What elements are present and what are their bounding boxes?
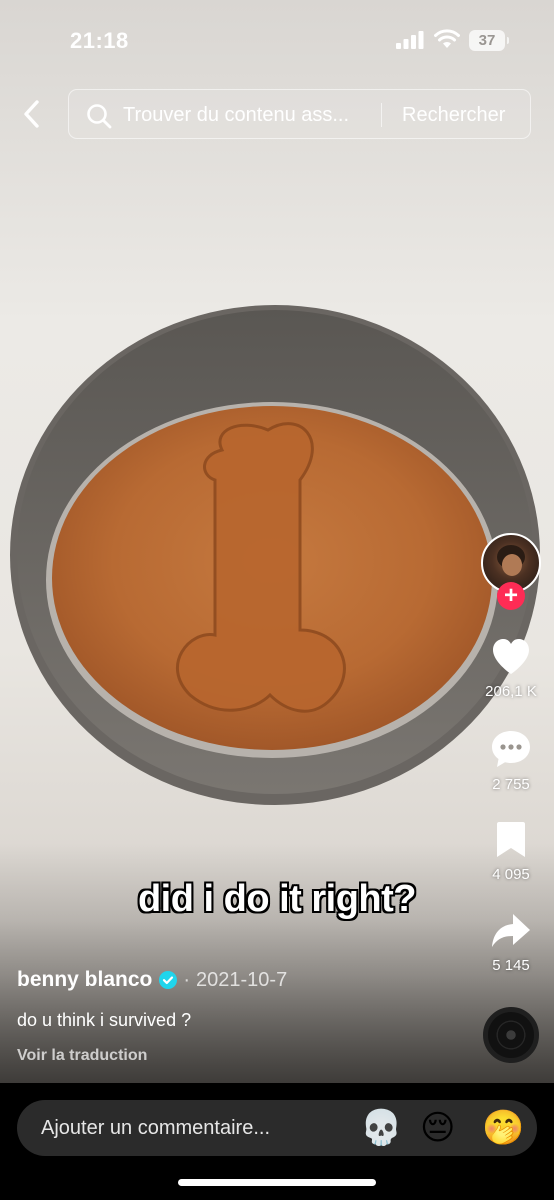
hand-over-mouth-emoji-button[interactable]: 🤭 [482, 1106, 524, 1150]
see-translation-link[interactable]: Voir la traduction [17, 1047, 287, 1065]
home-indicator [178, 1179, 376, 1186]
video-caption-overlay: did i do it right? [137, 878, 417, 920]
search-bar[interactable]: Trouver du contenu ass... Rechercher [68, 89, 531, 139]
separator-dot: · [183, 968, 191, 991]
share-count: 5 145 [492, 957, 530, 974]
verified-badge-icon [159, 971, 178, 989]
comment-input[interactable]: Ajouter un commentaire... 💀 😔 🤭 [17, 1100, 537, 1156]
status-time: 21:18 [70, 28, 129, 53]
post-date: 2021-10-7 [196, 968, 288, 991]
heart-icon [493, 639, 529, 674]
bookmark-icon [497, 822, 525, 857]
follow-button[interactable]: + [497, 582, 525, 610]
like-count: 206,1 K [485, 683, 537, 700]
comment-icon [492, 731, 530, 767]
battery-indicator: 37 [469, 30, 509, 51]
signal-icon [396, 31, 424, 49]
author-row: benny blanco · 2021-10-7 [17, 968, 287, 992]
post-description: do u think i survived ? [17, 1010, 192, 1030]
skull-emoji-button[interactable]: 💀 [360, 1106, 402, 1150]
video-frame-cake-pan [10, 305, 540, 805]
share-button[interactable]: 5 145 [480, 912, 542, 974]
comment-bar: Ajouter un commentaire... 💀 😔 🤭 [0, 1083, 554, 1200]
pensive-emoji-button[interactable]: 😔 [420, 1106, 455, 1150]
chevron-left-icon [24, 100, 39, 128]
search-input[interactable]: Trouver du contenu ass... [123, 104, 377, 127]
search-icon [87, 104, 112, 129]
search-divider [381, 103, 382, 127]
wifi-icon [434, 29, 460, 48]
comment-placeholder: Ajouter un commentaire... [41, 1117, 270, 1139]
plus-icon: + [503, 582, 518, 609]
status-bar: 21:18 37 [0, 0, 554, 80]
author-name[interactable]: benny blanco [17, 968, 152, 992]
like-button[interactable]: 206,1 K [480, 638, 542, 700]
favorite-button[interactable]: 4 095 [480, 821, 542, 883]
post-info: benny blanco · 2021-10-7 do u think i su… [17, 968, 287, 1065]
music-disc-icon[interactable] [483, 1007, 539, 1063]
search-button[interactable]: Rechercher [402, 104, 505, 127]
comment-button[interactable]: 2 755 [480, 729, 542, 793]
back-button[interactable] [16, 96, 50, 132]
comment-count: 2 755 [492, 776, 530, 793]
